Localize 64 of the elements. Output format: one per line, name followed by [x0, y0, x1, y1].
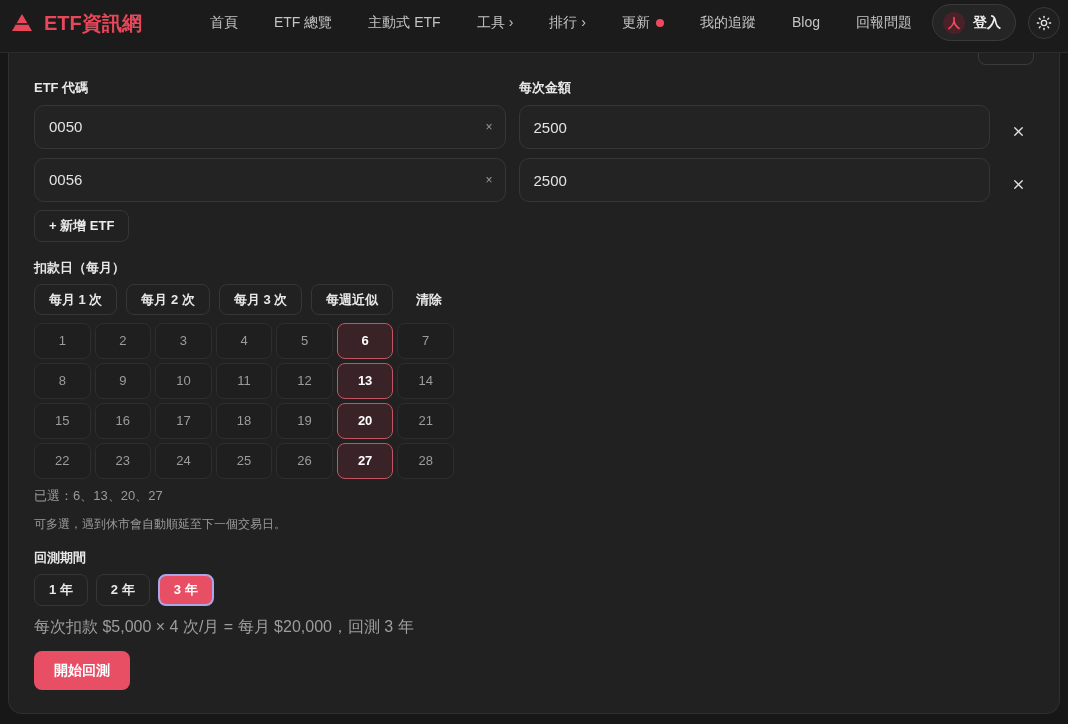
day-toggle[interactable]: 3	[155, 323, 212, 359]
triangle-logo-icon	[12, 14, 32, 31]
day-toggle[interactable]: 2	[94, 323, 152, 359]
day-toggle[interactable]: 20	[336, 403, 394, 439]
add-etf-button[interactable]: + 新增 ETF	[34, 210, 130, 242]
sun-icon	[1036, 14, 1052, 31]
day-toggle[interactable]: 18	[215, 403, 273, 439]
day-toggle[interactable]: 9	[94, 363, 152, 399]
day-toggle[interactable]: 13	[336, 363, 394, 399]
clear-button[interactable]: ×	[485, 121, 493, 133]
day-toggle[interactable]: 11	[215, 363, 273, 399]
preset-button[interactable]: 每月 2 次	[126, 284, 210, 315]
day-toggle[interactable]: 12	[276, 363, 333, 399]
nav-link[interactable]: 主動式 ETF	[368, 12, 441, 33]
day-toggle[interactable]: 4	[215, 323, 273, 359]
nav-link[interactable]: 首頁	[209, 12, 238, 33]
day-toggle[interactable]: 23	[94, 443, 152, 479]
nav-menu-link[interactable]: 工具 ›	[476, 12, 514, 33]
section-label: 回測期間	[34, 549, 87, 567]
day-toggle[interactable]: 25	[215, 443, 273, 479]
site-logo-text[interactable]: ETF資訊網	[44, 7, 142, 38]
hint-text: 可多選，遇到休市會自動順延至下一個交易日。	[34, 516, 287, 533]
field-label: ETF 代碼	[34, 79, 90, 97]
day-toggle[interactable]: 26	[276, 443, 333, 479]
summary-text: 每次扣款 $5,000 × 4 次/月 = 每月 $20,000，回測 3 年	[34, 617, 415, 637]
day-toggle[interactable]: 19	[276, 403, 333, 439]
amount-field[interactable]: 2500	[518, 158, 990, 202]
clear-button[interactable]: ×	[485, 174, 493, 186]
day-toggle[interactable]: 14	[397, 363, 454, 399]
day-toggle[interactable]: 24	[155, 443, 212, 479]
nav-link[interactable]: 更新	[621, 12, 650, 33]
day-toggle[interactable]: 27	[336, 443, 394, 479]
day-toggle[interactable]: 21	[397, 403, 454, 439]
day-toggle[interactable]: 15	[34, 403, 91, 439]
nav-link[interactable]: ETF 總覽	[273, 12, 333, 33]
day-toggle[interactable]: 8	[34, 363, 91, 399]
period-toggle[interactable]: 1 年	[34, 574, 88, 606]
day-toggle[interactable]: 5	[276, 323, 333, 359]
day-toggle[interactable]: 28	[397, 443, 454, 479]
nav-link[interactable]: 回報問題	[856, 12, 912, 33]
field-label: 每次金額	[518, 79, 572, 97]
preset-button[interactable]: 每週近似	[311, 284, 394, 315]
person-icon	[943, 11, 965, 34]
nav-menu-link[interactable]: 排行 ›	[549, 12, 586, 33]
start-backtest-button[interactable]: 開始回測	[34, 651, 130, 690]
day-toggle[interactable]: 17	[155, 403, 212, 439]
day-toggle[interactable]: 22	[34, 443, 91, 479]
theme-toggle-button[interactable]	[1028, 6, 1060, 39]
preset-button[interactable]: 每月 3 次	[218, 284, 303, 315]
day-toggle[interactable]: 7	[397, 323, 454, 359]
nav-link[interactable]: Blog	[791, 12, 820, 33]
period-toggle[interactable]: 2 年	[95, 574, 150, 606]
day-toggle[interactable]: 6	[336, 323, 394, 359]
login-button[interactable]: 登入	[932, 4, 1016, 41]
amount-field[interactable]: 2500	[518, 105, 990, 149]
day-toggle[interactable]: 1	[34, 323, 91, 359]
period-toggle[interactable]: 3 年	[157, 574, 214, 606]
clear-days-button[interactable]: 清除	[402, 284, 457, 315]
nav-link[interactable]: 我的追蹤	[699, 12, 756, 33]
selected-days-text: 已選：6、13、20、27	[34, 487, 164, 505]
day-toggle[interactable]: 10	[155, 363, 212, 399]
day-toggle[interactable]: 16	[94, 403, 152, 439]
preset-button[interactable]: 每月 1 次	[34, 284, 118, 315]
section-label: 扣款日（每月）	[34, 259, 126, 277]
